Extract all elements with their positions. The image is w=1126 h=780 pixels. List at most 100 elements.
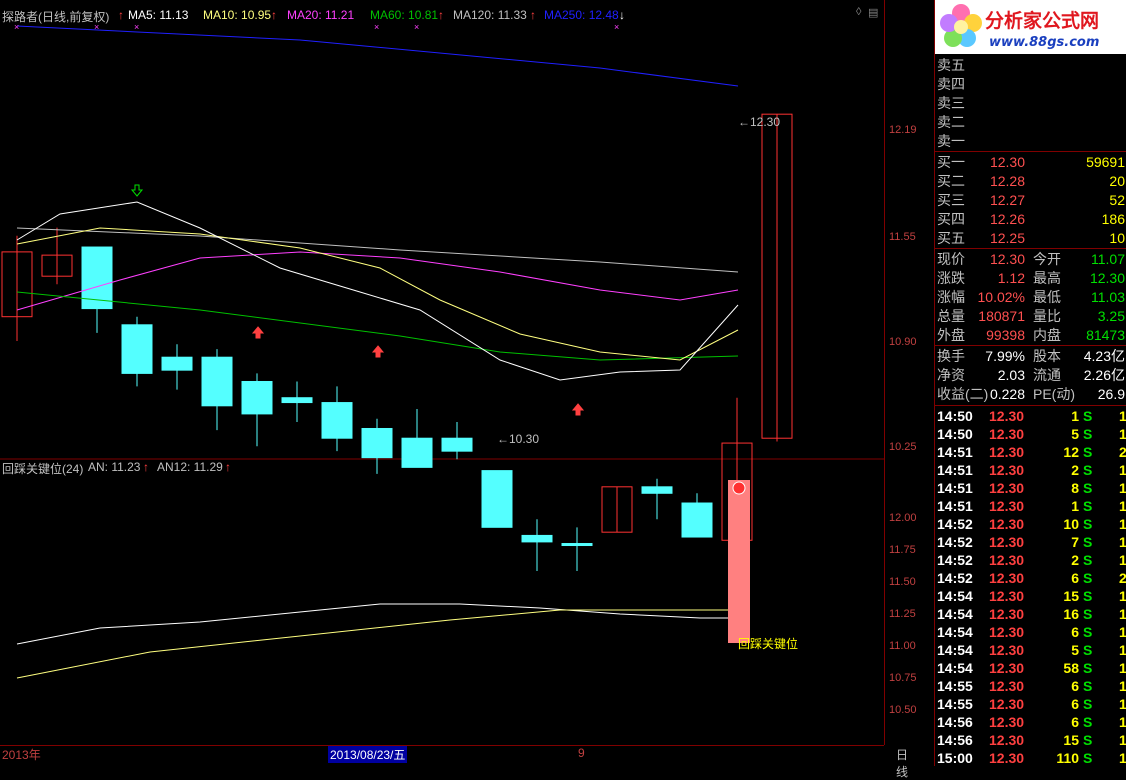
tick-side: S: [1083, 588, 1093, 604]
tick-time: 14:56: [937, 732, 973, 748]
period-label[interactable]: 日线: [896, 746, 908, 780]
tick-count: 1: [1119, 732, 1126, 748]
tick-row: 14:50 12.30 5 S 1: [935, 425, 1126, 443]
tick-count: 1: [1119, 642, 1126, 658]
tick-time: 14:54: [937, 588, 973, 604]
tick-volume: 6: [1071, 678, 1079, 694]
price-tick: 10.90: [889, 336, 917, 348]
tick-row: 14:52 12.30 6 S 2: [935, 569, 1126, 587]
indicator-tick: 11.75: [889, 544, 916, 556]
tick-count: 1: [1119, 714, 1126, 730]
kline-chart[interactable]: × × × × × ×: [0, 0, 884, 745]
candle-body: [441, 437, 473, 452]
tick-side: S: [1083, 606, 1093, 622]
tick-count: 1: [1119, 606, 1126, 622]
tick-time: 14:52: [937, 570, 973, 586]
quote-value: 11.07: [1091, 251, 1125, 267]
ma250-legend: MA250: 12.48: [544, 8, 619, 22]
quote-label: 今开: [1033, 251, 1061, 267]
tick-count: 1: [1119, 480, 1126, 496]
ma250-line: [16, 25, 739, 87]
tick-price: 12.30: [989, 624, 1025, 640]
bid-label: 买三: [937, 192, 965, 208]
tick-price: 12.30: [989, 696, 1025, 712]
bid-volume: 20: [1109, 173, 1125, 189]
marker-x: ×: [414, 22, 419, 32]
bid-price: 12.25: [989, 230, 1025, 246]
tick-volume: 2: [1071, 552, 1079, 568]
up-arrow-icon: ↑: [143, 460, 149, 474]
kline-chart-area[interactable]: × × × × × × 探路者(日线,前复权) ↑ MA5: 11.13 MA10: 10…: [0, 0, 884, 766]
quote-label: 外盘: [937, 327, 965, 343]
month-label: 9: [578, 746, 585, 760]
year-label: 2013年: [2, 748, 41, 762]
tick-time: 14:52: [937, 552, 973, 568]
high-annotation: ←12.30: [738, 115, 781, 129]
tick-price: 12.30: [989, 462, 1025, 478]
bid-label: 买五: [937, 230, 965, 246]
candle-body: [361, 427, 393, 459]
tick-count: 1: [1119, 516, 1126, 532]
tick-price: 12.30: [989, 408, 1025, 424]
tick-row: 14:55 12.30 6 S 1: [935, 677, 1126, 695]
tick-row: 14:51 12.30 8 S 1: [935, 479, 1126, 497]
ma20-legend: MA20: 11.21: [287, 8, 355, 22]
candle-body: [681, 502, 713, 538]
quote-value: 1.12: [997, 270, 1025, 286]
tick-volume: 5: [1071, 642, 1079, 658]
tick-time: 14:55: [937, 678, 973, 694]
tick-side: S: [1083, 480, 1093, 496]
tick-time: 14:55: [937, 696, 973, 712]
tick-row: 14:56 12.30 6 S 1: [935, 713, 1126, 731]
bid-price: 12.27: [989, 192, 1025, 208]
tick-row: 14:54 12.30 6 S 1: [935, 623, 1126, 641]
tick-side: S: [1083, 534, 1093, 550]
tick-side: S: [1083, 678, 1093, 694]
divider: [935, 405, 1126, 406]
up-arrow-icon: ↑: [271, 8, 277, 22]
ma120-line: [16, 227, 739, 273]
divider: [935, 345, 1126, 346]
tick-time: 14:51: [937, 480, 973, 496]
tick-price: 12.30: [989, 426, 1025, 442]
price-tick: 10.25: [889, 441, 917, 453]
ask-row: 卖五: [935, 56, 1126, 74]
tick-price: 12.30: [989, 552, 1025, 568]
menu-icon[interactable]: ▤: [868, 6, 878, 19]
price-axis: 12.19 11.55 10.90 10.25 12.00 11.75 11.5…: [884, 0, 935, 745]
fund-value: 4.23亿: [1083, 348, 1125, 364]
tick-price: 12.30: [989, 570, 1025, 586]
tick-volume: 10: [1063, 516, 1079, 532]
candle-body: [561, 543, 593, 547]
quote-row: 涨幅 10.02% 最低 11.03: [935, 288, 1126, 306]
ma10-legend: MA10: 10.95: [203, 8, 272, 22]
quote-label: 现价: [937, 251, 965, 267]
marker-x: ×: [374, 22, 379, 32]
tick-price: 12.30: [989, 750, 1025, 766]
indicator-tick: 12.00: [889, 512, 917, 524]
logo-text: 分析家公式网: [985, 10, 1100, 32]
bid-price: 12.26: [989, 211, 1025, 227]
collapse-icon[interactable]: ◊: [856, 6, 861, 18]
tick-count: 1: [1119, 750, 1126, 766]
tick-price: 12.30: [989, 678, 1025, 694]
quote-label: 量比: [1033, 308, 1061, 324]
fund-value: 0.228: [989, 386, 1025, 402]
buy-signal-arrow: [371, 345, 385, 358]
quote-label: 最低: [1033, 289, 1061, 305]
tick-row: 14:52 12.30 2 S 1: [935, 551, 1126, 569]
tick-time: 14:52: [937, 534, 973, 550]
quote-label: 涨跌: [937, 270, 965, 286]
candle-body: [121, 324, 153, 374]
tick-volume: 6: [1071, 570, 1079, 586]
logo-url: www.88gs.com: [989, 35, 1100, 50]
tick-row: 14:54 12.30 5 S 1: [935, 641, 1126, 659]
quote-value: 180871: [978, 308, 1025, 324]
tick-volume: 8: [1071, 480, 1079, 496]
bid-volume: 186: [1101, 211, 1125, 227]
tick-volume: 16: [1063, 606, 1079, 622]
signal-dot-icon: [732, 481, 746, 495]
quote-row: 总量 180871 量比 3.25: [935, 307, 1126, 325]
indicator-tick: 11.25: [889, 608, 916, 620]
tick-count: 1: [1119, 426, 1126, 442]
